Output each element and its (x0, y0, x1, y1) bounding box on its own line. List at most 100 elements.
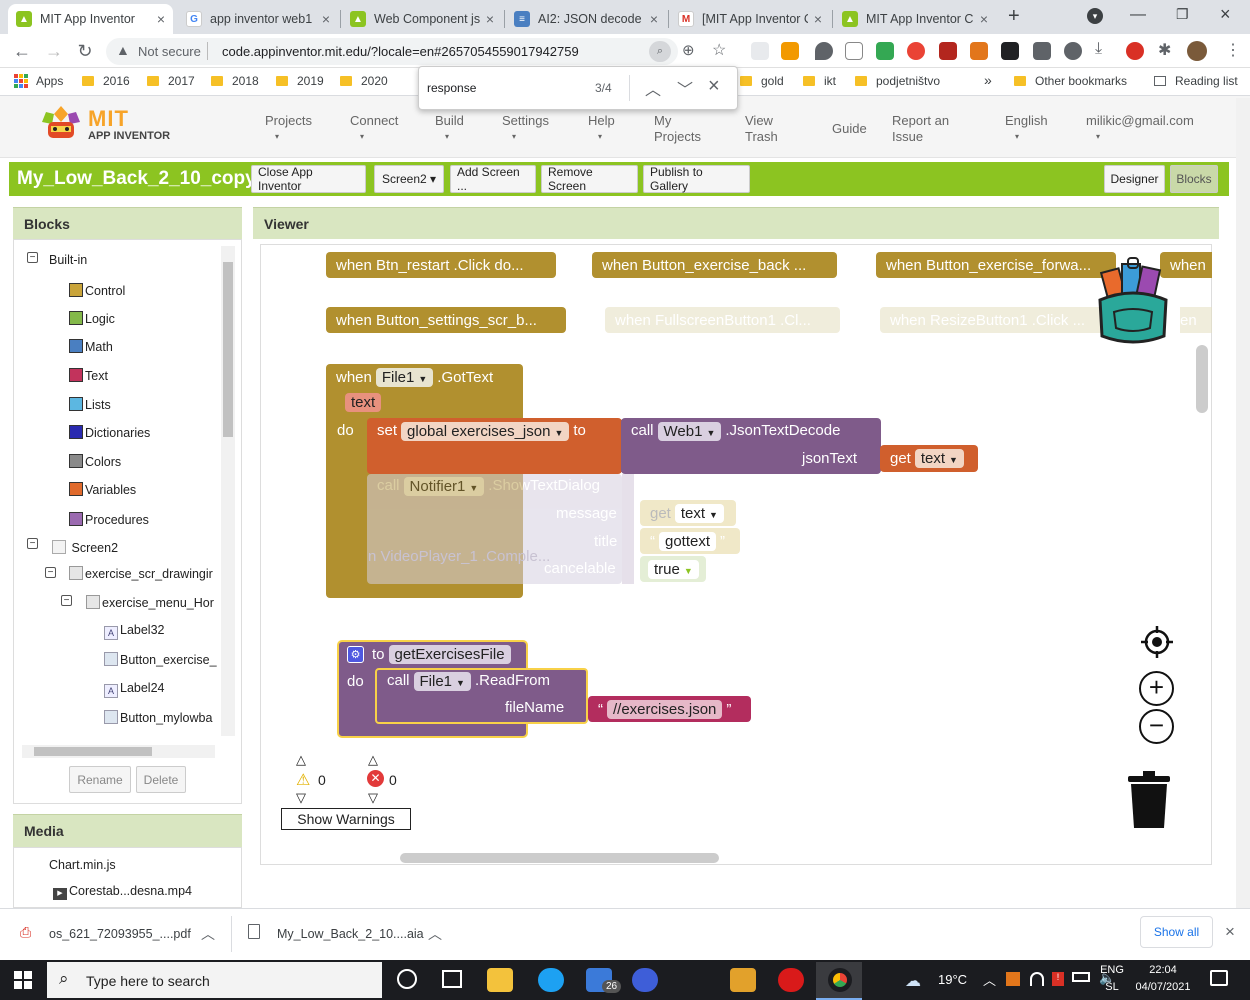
tree-screen2[interactable]: Screen2 (52, 540, 118, 555)
category-colors[interactable]: Colors (69, 454, 121, 469)
collapse-drawing-icon[interactable]: − (45, 567, 56, 578)
web-component-dropdown[interactable]: Web1 ▼ (657, 422, 722, 441)
find-input[interactable] (427, 77, 587, 99)
collapse-screen2-icon[interactable]: − (27, 538, 38, 549)
extension-g-icon[interactable] (751, 42, 769, 60)
workspace-vertical-scrollbar[interactable] (1196, 345, 1208, 413)
bookmark-gold[interactable]: gold (740, 74, 784, 88)
download-item-pdf[interactable]: os_621_72093955_....pdf (49, 927, 191, 941)
minimize-icon[interactable]: — (1130, 6, 1146, 24)
error-down-icon[interactable]: ▽ (368, 790, 378, 806)
new-tab-icon[interactable]: + (1008, 5, 1020, 28)
menu-language[interactable]: English ▾ (1005, 113, 1048, 145)
category-variables[interactable]: Variables (69, 482, 136, 497)
tray-chevron-icon[interactable]: ︿ (983, 970, 996, 989)
cortana-icon[interactable] (397, 969, 417, 989)
reading-list[interactable]: Reading list (1154, 74, 1238, 88)
event-param-text[interactable]: text (345, 393, 382, 412)
location-pin-icon[interactable] (815, 42, 833, 60)
tree-label32[interactable]: A Label32 (104, 623, 165, 640)
clock-time[interactable]: 22:04 (1133, 964, 1193, 976)
restore-icon[interactable]: ❐ (1176, 6, 1189, 23)
apps-bookmark[interactable]: Apps (14, 74, 63, 88)
text-filename-block[interactable]: “//exercises.json” (588, 696, 751, 722)
taskbar-search-box[interactable]: ⌕ Type here to search (47, 962, 382, 998)
rename-button[interactable]: Rename (69, 766, 131, 793)
bookmark-star-icon[interactable]: ☆ (712, 40, 726, 60)
category-logic[interactable]: Logic (69, 311, 115, 326)
tree-builtin[interactable]: Built-in (49, 253, 87, 267)
drive-icon[interactable] (876, 42, 894, 60)
security-tray-icon[interactable]: ! (1052, 972, 1064, 986)
window-close-icon[interactable]: × (1220, 4, 1231, 25)
event-block-exercise-forward[interactable]: when Button_exercise_forwa... (876, 252, 1116, 278)
close-tab-icon[interactable]: × (814, 11, 822, 27)
menu-connect[interactable]: Connect ▾ (350, 113, 398, 145)
warning-up-icon[interactable]: △ (296, 752, 306, 768)
delete-button[interactable]: Delete (136, 766, 186, 793)
bookmark-podjetnistvo[interactable]: podjetništvo (855, 74, 940, 88)
close-tab-icon[interactable]: × (486, 11, 494, 27)
recenter-icon[interactable] (1140, 625, 1174, 659)
extension-orange-icon[interactable] (781, 42, 799, 60)
get-text-block[interactable]: get text ▼ (880, 445, 978, 472)
tree-exercise-scr-drawing[interactable]: exercise_scr_drawingir (69, 566, 213, 581)
publish-gallery-button[interactable]: Publish to Gallery (643, 165, 750, 193)
set-global-block[interactable]: set global exercises_json ▼ to (367, 418, 622, 474)
media-item-video[interactable]: ▶ Corestab...desna.mp4 (53, 884, 192, 900)
edge-icon[interactable] (538, 968, 564, 992)
audio-icon[interactable] (939, 42, 957, 60)
forward-icon[interactable]: → (42, 39, 66, 63)
windows-start-icon[interactable] (14, 971, 32, 989)
bookmark-2018[interactable]: 2018 (211, 74, 259, 88)
category-control[interactable]: Control (69, 283, 125, 298)
close-app-inventor-button[interactable]: Close App Inventor (251, 165, 366, 193)
bookmark-2020[interactable]: 2020 (340, 74, 388, 88)
variable-dropdown[interactable]: global exercises_json ▼ (401, 422, 570, 441)
download-icon[interactable]: ⤓ (1095, 40, 1102, 58)
menu-build[interactable]: Build ▾ (435, 113, 464, 145)
collapse-builtin-icon[interactable]: − (27, 252, 38, 263)
tab-search-icon[interactable]: ▾ (1087, 8, 1103, 24)
menu-projects[interactable]: Projects ▾ (265, 113, 312, 145)
component-dropdown[interactable]: File1 ▼ (375, 367, 434, 387)
title-string[interactable]: gottext (659, 531, 717, 551)
tree-label24[interactable]: A Label24 (104, 681, 165, 698)
find-prev-icon[interactable]: ︿ (645, 76, 661, 100)
media-item-chart[interactable]: Chart.min.js (49, 858, 116, 872)
event-block-fullscreen-disabled[interactable]: when FullscreenButton1 .Cl... (605, 307, 840, 333)
menu-help[interactable]: Help ▾ (588, 113, 615, 145)
get-variable-dropdown[interactable]: text ▼ (914, 449, 964, 468)
gauge-icon[interactable] (1064, 42, 1082, 60)
tree-button-mylowback[interactable]: Button_mylowba (104, 710, 212, 725)
chrome-taskbar-button[interactable] (816, 962, 862, 1000)
download-menu-chevron-icon[interactable]: ︿ (201, 924, 215, 944)
tab-mit-app-inventor[interactable]: ▲ MIT App Inventor × (8, 4, 173, 34)
blocks-button[interactable]: Blocks (1170, 165, 1218, 193)
close-tab-icon[interactable]: × (980, 11, 988, 27)
wifi-icon[interactable] (1030, 972, 1044, 986)
metamask-tray-icon[interactable] (1006, 972, 1020, 986)
menu-view-trash[interactable]: View Trash (745, 113, 795, 145)
record-icon[interactable] (907, 42, 925, 60)
page-vertical-scrollbar[interactable] (1236, 98, 1250, 908)
category-text[interactable]: Text (69, 368, 108, 383)
tab-google-search[interactable]: Gapp inventor web1 × (178, 4, 338, 34)
menu-settings[interactable]: Settings ▾ (502, 113, 549, 145)
menu-account[interactable]: milikic@gmail.com ▾ (1086, 113, 1194, 145)
gmail-ext-icon[interactable] (845, 42, 863, 60)
battery-icon[interactable] (1072, 972, 1090, 982)
tab-ai2-json-decode[interactable]: ≡ AI2: JSON decode p × (506, 4, 666, 34)
category-procedures[interactable]: Procedures (69, 512, 149, 527)
add-screen-button[interactable]: Add Screen ... (450, 165, 536, 193)
procedure-gear-icon[interactable]: ⚙ (347, 645, 364, 663)
menu-report-issue[interactable]: Report an Issue (892, 113, 962, 145)
bookmark-2017[interactable]: 2017 (147, 74, 195, 88)
zoom-out-icon[interactable]: − (1139, 709, 1174, 744)
back-icon[interactable]: ← (10, 39, 34, 63)
text-gottext-block-disabled[interactable]: “gottext” (640, 528, 740, 554)
clock-date[interactable]: 04/07/2021 (1133, 981, 1193, 993)
menu-guide[interactable]: Guide (832, 121, 867, 137)
backpack-icon[interactable] (1094, 256, 1172, 348)
remove-screen-button[interactable]: Remove Screen (541, 165, 638, 193)
